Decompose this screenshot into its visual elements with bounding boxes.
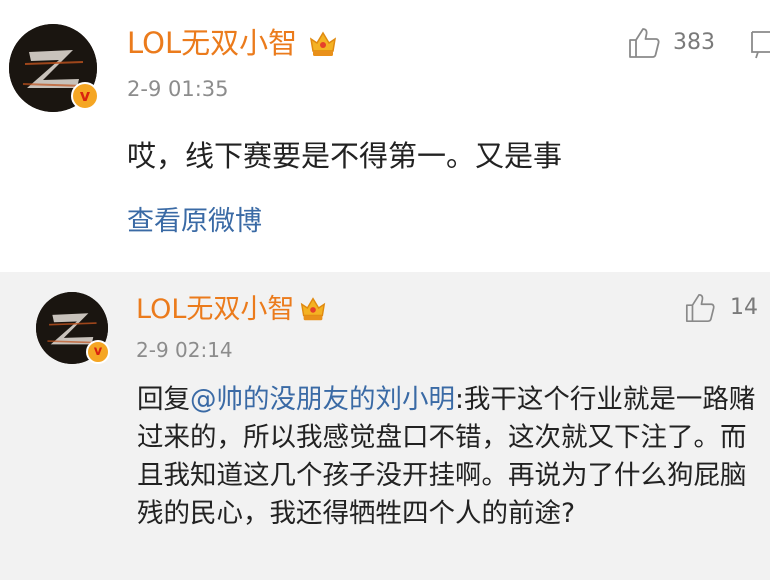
avatar[interactable]: v xyxy=(36,292,110,364)
like-button[interactable]: 383 xyxy=(627,26,715,60)
view-original-link[interactable]: 查看原微博 xyxy=(127,204,262,240)
verified-badge-icon: v xyxy=(71,82,99,110)
reply-prefix: 回复 xyxy=(137,384,190,415)
verified-badge-icon: v xyxy=(86,340,110,364)
thumbs-up-icon xyxy=(685,293,715,323)
comment-icon[interactable] xyxy=(748,26,770,60)
mention-link[interactable]: @帅的没朋友的刘小明 xyxy=(190,384,455,415)
post-text: 哎，线下赛要是不得第一。又是事 xyxy=(127,139,563,173)
post-time: 2-9 01:35 xyxy=(127,77,229,101)
username-link[interactable]: LOL无双小智 xyxy=(127,26,297,60)
avatar[interactable]: v xyxy=(9,24,99,112)
like-button[interactable]: 14 xyxy=(684,292,758,324)
like-count: 383 xyxy=(673,30,715,55)
weibo-post: v LOL无双小智 2-9 01:35 383 哎，线下赛要是不得第一。又是事 … xyxy=(0,0,770,270)
crown-badge-icon xyxy=(309,31,337,56)
username-link[interactable]: LOL无双小智 xyxy=(136,293,294,327)
thumbs-up-icon xyxy=(629,28,660,58)
like-count: 14 xyxy=(730,295,758,320)
reply-text: 回复@帅的没朋友的刘小明:我干这个行业就是一路赌过来的，所以我感觉盘口不错，这次… xyxy=(137,381,759,533)
reply-time: 2-9 02:14 xyxy=(136,338,233,362)
crown-badge-icon xyxy=(300,297,326,321)
